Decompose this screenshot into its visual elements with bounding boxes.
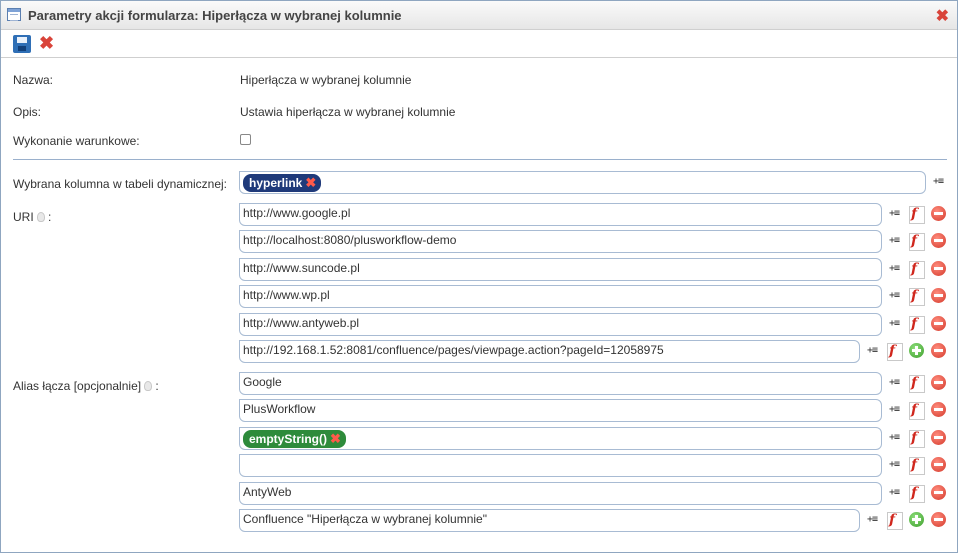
save-icon[interactable] — [13, 35, 31, 53]
uri-field[interactable]: http://www.wp.pl — [239, 285, 882, 308]
add-icon[interactable] — [909, 512, 924, 527]
variable-insert-icon[interactable]: +≡ — [885, 456, 903, 474]
variable-insert-icon[interactable]: +≡ — [885, 232, 903, 250]
remove-icon[interactable] — [931, 316, 946, 331]
alias-value: Confluence "Hiperłącza w wybranej kolumn… — [243, 512, 487, 526]
remove-function-icon[interactable]: ✖ — [330, 430, 341, 447]
remove-icon[interactable] — [931, 206, 946, 221]
function-icon[interactable] — [907, 484, 925, 503]
remove-icon[interactable] — [931, 457, 946, 472]
uri-value: http://www.suncode.pl — [243, 261, 360, 275]
cancel-icon[interactable]: ✖ — [39, 33, 54, 54]
uri-label-wrap: URI : — [13, 210, 51, 224]
function-icon[interactable] — [885, 342, 903, 361]
variable-insert-icon[interactable]: +≡ — [885, 205, 903, 223]
lightbulb-icon[interactable] — [36, 212, 45, 222]
empty-string-pill: emptyString() ✖ — [243, 430, 346, 448]
variable-insert-icon[interactable]: +≡ — [885, 484, 903, 502]
alias-value: AntyWeb — [243, 485, 292, 499]
empty-string-text: emptyString() — [249, 432, 327, 446]
alias-field[interactable]: AntyWeb — [239, 482, 882, 505]
form-window-icon — [7, 8, 21, 21]
function-icon[interactable] — [907, 287, 925, 306]
remove-icon[interactable] — [931, 402, 946, 417]
function-icon[interactable] — [907, 456, 925, 475]
variable-insert-icon[interactable]: +≡ — [885, 260, 903, 278]
remove-icon[interactable] — [931, 430, 946, 445]
add-icon[interactable] — [909, 343, 924, 358]
separator — [13, 159, 947, 160]
toolbar: ✖ — [1, 31, 957, 58]
column-value-pill: hyperlink ✖ — [243, 174, 322, 192]
remove-icon[interactable] — [931, 512, 946, 527]
dialog-title: Parametry akcji formularza: Hiperłącza w… — [28, 8, 402, 23]
alias-field[interactable]: Confluence "Hiperłącza w wybranej kolumn… — [239, 509, 860, 532]
alias-field[interactable] — [239, 454, 882, 477]
function-icon[interactable] — [907, 374, 925, 393]
description-label: Opis: — [13, 105, 42, 119]
alias-value: PlusWorkflow — [243, 402, 316, 416]
column-label: Wybrana kolumna w tabeli dynamicznej: — [13, 177, 227, 191]
remove-column-icon[interactable]: ✖ — [305, 174, 316, 191]
title-bar[interactable]: Parametry akcji formularza: Hiperłącza w… — [1, 1, 957, 30]
uri-field[interactable]: http://www.antyweb.pl — [239, 313, 882, 336]
uri-colon: : — [48, 210, 52, 224]
function-icon[interactable] — [907, 232, 925, 251]
uri-label: URI — [13, 210, 34, 224]
variable-insert-icon[interactable]: +≡ — [885, 429, 903, 447]
alias-field[interactable]: Google — [239, 372, 882, 395]
uri-value: http://localhost:8080/plusworkflow-demo — [243, 233, 457, 247]
column-value-text: hyperlink — [249, 176, 303, 190]
alias-field[interactable]: emptyString() ✖ — [239, 427, 882, 450]
uri-field[interactable]: http://localhost:8080/plusworkflow-demo — [239, 230, 882, 253]
alias-value: Google — [243, 375, 282, 389]
function-icon[interactable] — [885, 511, 903, 530]
name-label: Nazwa: — [13, 73, 54, 87]
alias-label-wrap: Alias łącza [opcjonalnie] : — [13, 379, 159, 393]
conditional-checkbox[interactable] — [240, 134, 251, 145]
lightbulb-icon[interactable] — [144, 381, 153, 391]
uri-field[interactable]: http://www.suncode.pl — [239, 258, 882, 281]
uri-field[interactable]: http://www.google.pl — [239, 203, 882, 226]
variable-insert-icon[interactable]: +≡ — [863, 342, 881, 360]
alias-field[interactable]: PlusWorkflow — [239, 399, 882, 422]
variable-insert-icon[interactable]: +≡ — [885, 315, 903, 333]
remove-icon[interactable] — [931, 288, 946, 303]
variable-insert-icon[interactable]: +≡ — [863, 511, 881, 529]
uri-value: http://www.google.pl — [243, 206, 351, 220]
remove-icon[interactable] — [931, 261, 946, 276]
function-icon[interactable] — [907, 205, 925, 224]
function-icon[interactable] — [907, 315, 925, 334]
name-value: Hiperłącza w wybranej kolumnie — [240, 73, 412, 87]
variable-insert-icon[interactable]: +≡ — [885, 374, 903, 392]
remove-icon[interactable] — [931, 485, 946, 500]
function-icon[interactable] — [907, 260, 925, 279]
function-icon[interactable] — [907, 429, 925, 448]
variable-insert-icon[interactable]: +≡ — [929, 173, 947, 191]
remove-icon[interactable] — [931, 343, 946, 358]
uri-value: http://www.wp.pl — [243, 288, 330, 302]
remove-icon[interactable] — [931, 233, 946, 248]
description-value: Ustawia hiperłącza w wybranej kolumnie — [240, 105, 456, 119]
dialog-window: Parametry akcji formularza: Hiperłącza w… — [0, 0, 958, 553]
close-dialog-button[interactable]: ✖ — [936, 6, 949, 26]
alias-label: Alias łącza [opcjonalnie] — [13, 379, 142, 393]
uri-value: http://192.168.1.52:8081/confluence/page… — [243, 343, 664, 357]
uri-value: http://www.antyweb.pl — [243, 316, 360, 330]
uri-field[interactable]: http://192.168.1.52:8081/confluence/page… — [239, 340, 860, 363]
column-field[interactable]: hyperlink ✖ — [239, 171, 926, 194]
alias-colon: : — [155, 379, 159, 393]
conditional-label: Wykonanie warunkowe: — [13, 134, 140, 148]
remove-icon[interactable] — [931, 375, 946, 390]
variable-insert-icon[interactable]: +≡ — [885, 287, 903, 305]
function-icon[interactable] — [907, 401, 925, 420]
variable-insert-icon[interactable]: +≡ — [885, 401, 903, 419]
